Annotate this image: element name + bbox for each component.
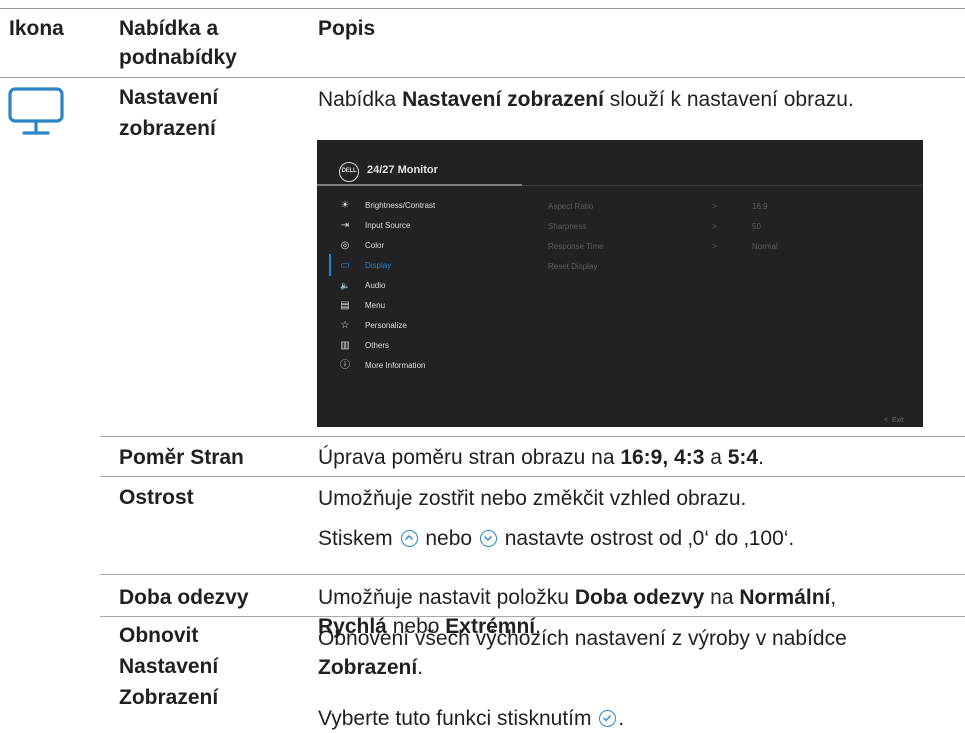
column-header-menu-line1: Nabídka a xyxy=(119,17,219,40)
reset-display-description: Obnovení všech výchozích nastavení z výr… xyxy=(318,624,958,682)
chevron-left-icon: < xyxy=(884,417,889,424)
header-bottom-rule xyxy=(0,77,965,78)
desc-text: Stiskem xyxy=(318,527,399,550)
desc-text: slouží k nastavení obrazu. xyxy=(603,88,854,111)
osd-menu-item-label: Color xyxy=(365,241,385,250)
brightness-icon: ☀ xyxy=(340,200,350,211)
submenu-name-line3: Zobrazení xyxy=(119,686,219,709)
desc-text: Nabídka xyxy=(318,88,403,111)
row-rule xyxy=(100,574,965,575)
sharpness-description-line2: Stiskem nebo nastavte ostrost od ‚0‘ do … xyxy=(318,524,794,553)
osd-menu-item-label: Personalize xyxy=(365,321,407,330)
table-top-rule xyxy=(0,8,965,9)
osd-menu-item-menu[interactable]: ▤ Menu xyxy=(339,300,499,314)
desc-text: nebo xyxy=(419,527,478,550)
osd-menu-item-personalize[interactable]: ☆ Personalize xyxy=(339,320,499,334)
osd-menu-item-label: Brightness/Contrast xyxy=(365,201,436,210)
osd-exit-button[interactable]: < Exit xyxy=(884,417,904,424)
desc-bold: 5:4 xyxy=(727,446,759,469)
osd-submenu-value: 16:9 xyxy=(752,202,768,211)
submenu-name-line1: Nastavení xyxy=(119,86,219,109)
osd-selection-bar xyxy=(329,254,331,276)
row-rule xyxy=(100,476,965,477)
osd-menu-item-label: Audio xyxy=(365,281,386,290)
osd-exit-label: Exit xyxy=(891,417,904,424)
desc-text: Umožňuje nastavit položku xyxy=(318,586,575,609)
chevron-right-icon: > xyxy=(712,202,717,211)
chevron-up-circle-icon xyxy=(400,530,418,547)
desc-text: nastavte ostrost od ‚0‘ do ‚100‘. xyxy=(498,527,795,550)
osd-menu-item-label: Others xyxy=(365,341,390,350)
desc-bold: Zobrazení xyxy=(318,656,418,679)
info-icon: ⓘ xyxy=(340,360,350,371)
osd-submenu-value: 50 xyxy=(752,222,761,231)
aspect-ratio-description: Úprava poměru stran obrazu na 16:9, 4:3 … xyxy=(318,443,764,472)
submenu-name-aspect-ratio: Poměr Stran xyxy=(119,446,244,469)
reset-display-instruction: Vyberte tuto funkci stisknutím . xyxy=(318,704,624,733)
osd-submenu-reset-display[interactable]: Reset Display xyxy=(548,262,597,271)
osd-menu-item-label: Menu xyxy=(365,301,386,310)
input-source-icon: ⇥ xyxy=(340,220,350,231)
menu-icon: ▤ xyxy=(340,300,350,311)
osd-model-title: 24/27 Monitor xyxy=(367,164,438,176)
desc-bold: 16:9, 4:3 xyxy=(620,446,705,469)
osd-menu-item-audio[interactable]: 🔈 Audio xyxy=(339,280,499,294)
osd-screenshot: DELL 24/27 Monitor ☀ Brightness/Contrast … xyxy=(317,140,923,427)
display-icon: ▭ xyxy=(340,260,350,271)
desc-bold: Normální xyxy=(739,586,831,609)
star-icon: ☆ xyxy=(340,320,350,331)
sharpness-description-line1: Umožňuje zostřit nebo změkčit vzhled obr… xyxy=(318,487,747,510)
color-icon: ◎ xyxy=(340,240,350,251)
submenu-name-line2: Nastavení xyxy=(119,655,219,678)
desc-text: Úprava poměru stran obrazu na xyxy=(318,446,621,469)
osd-menu-item-display[interactable]: ▭ Display xyxy=(339,260,499,274)
osd-menu-item-others[interactable]: ▥ Others xyxy=(339,340,499,354)
desc-text: . xyxy=(758,446,764,469)
osd-submenu-sharpness[interactable]: Sharpness xyxy=(548,222,586,231)
osd-menu-item-label: Input Source xyxy=(365,221,411,230)
osd-menu-item-brightness-contrast[interactable]: ☀ Brightness/Contrast xyxy=(339,200,499,214)
submenu-name-reset-display: Obnovit Nastavení Zobrazení xyxy=(119,620,218,713)
chevron-down-circle-icon xyxy=(479,530,497,547)
submenu-name-line2: zobrazení xyxy=(119,117,216,140)
desc-text: na xyxy=(704,586,740,609)
osd-menu-item-label: Display xyxy=(365,261,392,270)
submenu-name-line1: Obnovit xyxy=(119,624,199,647)
osd-header-divider xyxy=(522,185,923,186)
audio-icon: 🔈 xyxy=(340,281,350,290)
desc-bold: Doba odezvy xyxy=(574,586,705,609)
chevron-right-icon: > xyxy=(712,242,717,251)
row-rule xyxy=(100,436,965,437)
column-header-icon: Ikona xyxy=(9,17,64,40)
submenu-name-display-settings: Nastavení zobrazení xyxy=(119,82,218,144)
desc-text: a xyxy=(704,446,728,469)
desc-text: Obnovení všech výchozích nastavení z výr… xyxy=(318,627,847,650)
osd-title-underline xyxy=(317,184,522,186)
column-header-description: Popis xyxy=(318,17,376,40)
submenu-name-sharpness: Ostrost xyxy=(119,486,194,509)
osd-menu-item-label: More Information xyxy=(365,361,426,370)
osd-submenu-aspect-ratio[interactable]: Aspect Ratio xyxy=(548,202,593,211)
desc-text: . xyxy=(417,656,424,679)
dell-logo: DELL xyxy=(339,162,359,182)
others-icon: ▥ xyxy=(340,340,350,351)
submenu-name-response-time: Doba odezvy xyxy=(119,586,249,609)
monitor-icon xyxy=(8,87,64,142)
chevron-right-icon: > xyxy=(712,222,717,231)
osd-menu-item-color[interactable]: ◎ Color xyxy=(339,240,499,254)
desc-text: , xyxy=(830,586,837,609)
column-header-menu-line2: podnabídky xyxy=(119,46,237,69)
osd-submenu-response-time[interactable]: Response Time xyxy=(548,242,604,251)
desc-text: Vyberte tuto funkci stisknutím xyxy=(318,707,598,730)
osd-menu-item-more-information[interactable]: ⓘ More Information xyxy=(339,360,499,374)
desc-bold: Nastavení zobrazení xyxy=(402,88,604,111)
osd-menu-item-input-source[interactable]: ⇥ Input Source xyxy=(339,220,499,234)
check-circle-icon xyxy=(599,710,617,727)
column-header-menu: Nabídka a podnabídky xyxy=(119,14,237,72)
dell-logo-text: DELL xyxy=(341,168,357,174)
osd-submenu-value: Normal xyxy=(752,242,778,251)
desc-text: . xyxy=(618,707,625,730)
display-settings-description: Nabídka Nastavení zobrazení slouží k nas… xyxy=(318,85,854,114)
